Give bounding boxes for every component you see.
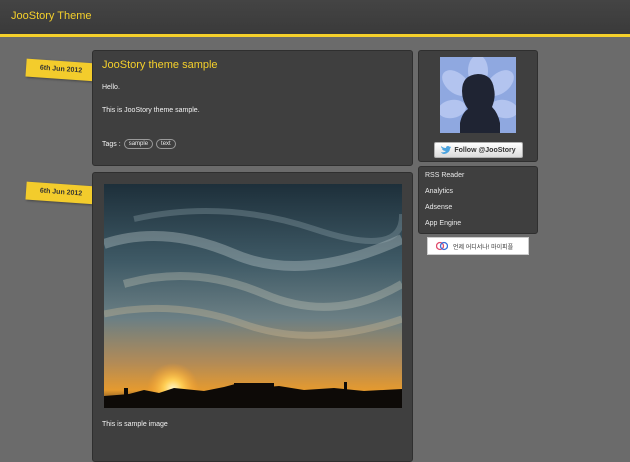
tag-text[interactable]: text xyxy=(156,139,176,149)
post-date-tag: 6th Jun 2012 xyxy=(25,181,97,205)
post-tags: Tags : sample text xyxy=(102,139,176,149)
post-caption: This is sample image xyxy=(102,421,168,428)
tags-label: Tags : xyxy=(102,140,121,148)
site-header: JooStory Theme xyxy=(0,0,630,37)
link-adsense[interactable]: Adsense xyxy=(425,204,452,211)
post-image[interactable] xyxy=(104,184,402,408)
avatar[interactable] xyxy=(440,57,516,133)
sunset-photo-graphic xyxy=(104,184,402,408)
follow-button[interactable]: Follow @JooStory xyxy=(434,142,523,158)
mypeople-badge-text: 언제 어디서나! 마이피플 xyxy=(453,244,514,251)
follow-button-label: Follow @JooStory xyxy=(454,146,516,154)
link-app-engine[interactable]: App Engine xyxy=(425,220,461,227)
tag-sample[interactable]: sample xyxy=(123,139,154,149)
site-title[interactable]: JooStory Theme xyxy=(11,10,92,22)
post-card: JooStory theme sample Hello. This is Joo… xyxy=(92,50,413,166)
mypeople-badge[interactable]: 언제 어디서나! 마이피플 xyxy=(427,237,529,255)
post-title[interactable]: JooStory theme sample xyxy=(102,59,218,71)
link-analytics[interactable]: Analytics xyxy=(425,188,453,195)
post-paragraph: This is JooStory theme sample. xyxy=(102,107,200,114)
post-paragraph: Hello. xyxy=(102,84,120,91)
profile-widget: Follow @JooStory xyxy=(418,50,538,162)
twitter-bird-icon xyxy=(441,146,452,154)
links-widget: RSS Reader Analytics Adsense App Engine xyxy=(418,166,538,234)
post-date-tag: 6th Jun 2012 xyxy=(25,58,97,82)
post-card: This is sample image xyxy=(92,172,413,462)
avatar-silhouette-icon xyxy=(440,57,516,133)
mypeople-logo-icon xyxy=(436,241,448,251)
link-rss-reader[interactable]: RSS Reader xyxy=(425,172,464,179)
